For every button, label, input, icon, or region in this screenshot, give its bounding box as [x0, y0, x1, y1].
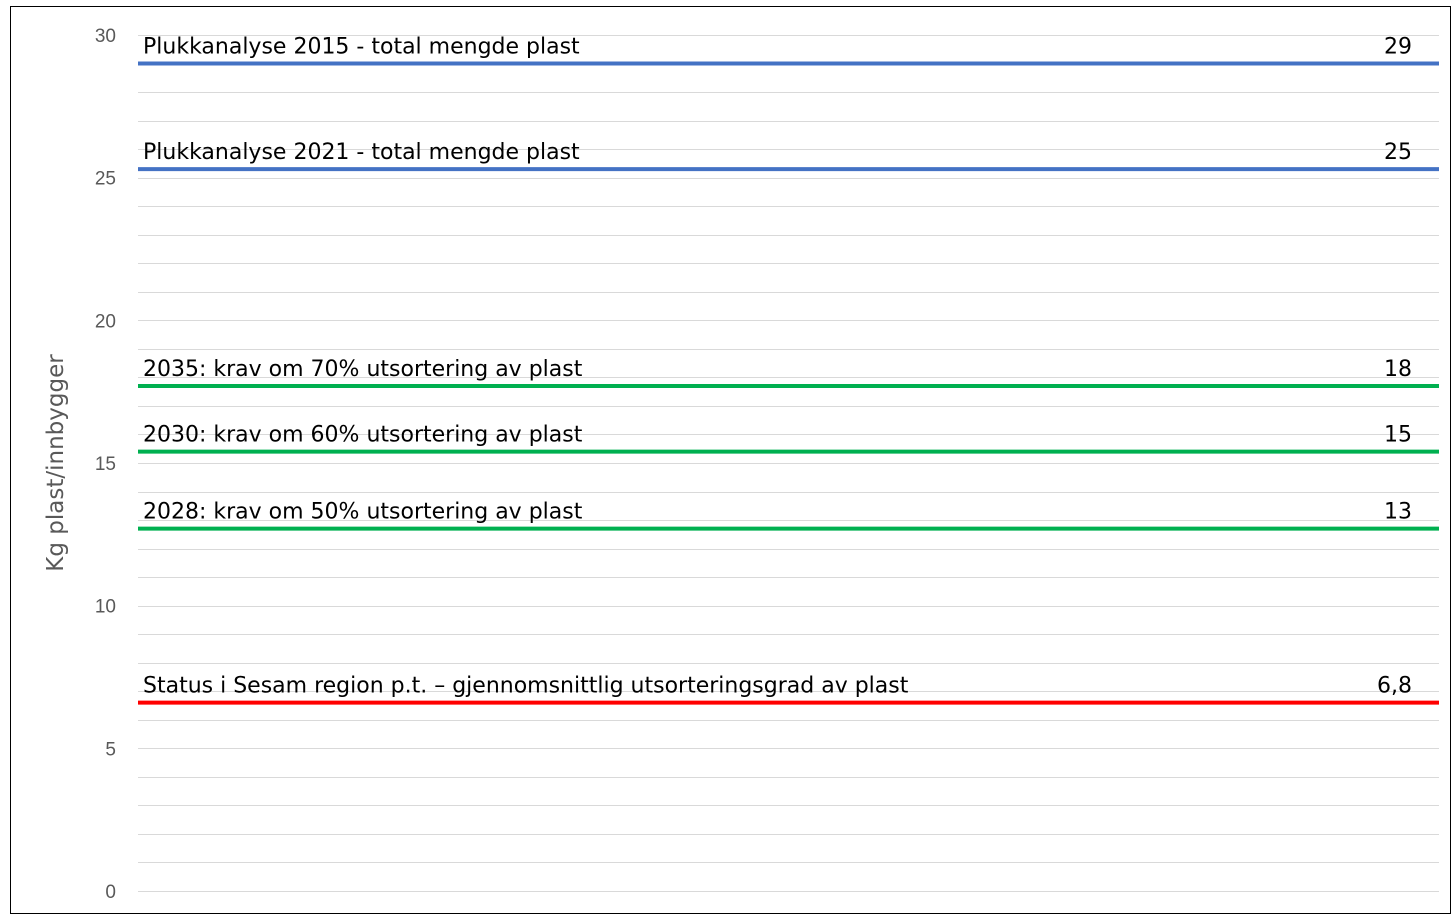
y-tick-labels: 0 5 10 15 20 25 30	[95, 26, 116, 903]
reference-line-value: 13	[1384, 500, 1412, 525]
y-tick-label: 10	[95, 597, 116, 618]
y-tick-label: 20	[95, 311, 116, 332]
y-tick-label: 5	[105, 739, 116, 760]
reference-line-value: 25	[1384, 140, 1412, 165]
reference-line-label: 2028: krav om 50% utsortering av plast	[143, 500, 583, 525]
y-tick-label: 25	[95, 169, 116, 190]
reference-lines: Plukkanalyse 2015 - total mengde plast 29…	[138, 35, 1439, 705]
chart-svg: 0 5 10 15 20 25 30 Kg plast/innbygger Plukkana…	[43, 26, 1439, 903]
reference-line-label: Status i Sesam region p.t. – gjennomsnit…	[143, 674, 909, 699]
reference-line-label: Plukkanalyse 2015 - total mengde plast	[143, 35, 580, 60]
y-tick-label: 0	[105, 882, 116, 903]
reference-line-value: 15	[1384, 423, 1412, 448]
reference-line-label: Plukkanalyse 2021 - total mengde plast	[143, 140, 580, 165]
reference-line-value: 18	[1384, 357, 1412, 382]
reference-line-label: 2030: krav om 60% utsortering av plast	[143, 423, 583, 448]
y-tick-label: 15	[95, 454, 116, 475]
y-tick-label: 30	[95, 26, 116, 47]
reference-line-value: 29	[1384, 35, 1412, 60]
y-axis-label: Kg plast/innbygger	[43, 354, 69, 572]
reference-line-label: 2035: krav om 70% utsortering av plast	[143, 357, 583, 382]
reference-line-value: 6,8	[1377, 674, 1412, 699]
